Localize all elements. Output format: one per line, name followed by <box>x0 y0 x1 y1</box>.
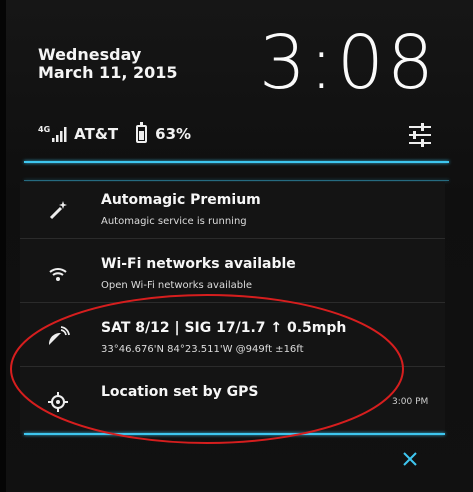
signal-strength-icon <box>52 127 67 142</box>
wifi-icon <box>49 268 67 281</box>
notification-subtitle: Automagic service is running <box>101 216 247 227</box>
battery-icon <box>136 122 148 143</box>
weekday-label: Wednesday <box>38 45 142 64</box>
notification-gps-status[interactable]: SAT 8/12 | SIG 17/1.7 ↑ 0.5mph 33°46.676… <box>20 310 445 367</box>
notification-list: Automagic Premium Automagic service is r… <box>20 182 445 434</box>
quick-settings-icon[interactable] <box>407 122 433 148</box>
close-icon[interactable] <box>402 451 418 467</box>
gps-target-icon <box>48 392 68 412</box>
date-block: Wednesday March 11, 2015 <box>38 46 178 82</box>
panel-bottom-line <box>24 433 445 435</box>
battery-percent: 63% <box>155 125 192 143</box>
notification-subtitle: Open Wi-Fi networks available <box>101 280 253 291</box>
notification-timestamp: 3:00 PM <box>392 397 429 407</box>
date-label: March 11, 2015 <box>38 63 178 82</box>
notification-title: Wi-Fi networks available <box>101 256 296 272</box>
android-lockscreen-notification-shade: Wednesday March 11, 2015 3:08 4G AT&T 63… <box>0 0 473 492</box>
notification-subtitle: 33°46.676'N 84°23.511'W @949ft ±16ft <box>101 344 304 355</box>
screen-edge <box>0 0 6 492</box>
clock-time: 3:08 <box>258 20 437 106</box>
carrier-name: AT&T <box>74 125 119 143</box>
notification-automagic[interactable]: Automagic Premium Automagic service is r… <box>20 182 445 239</box>
notification-location[interactable]: Location set by GPS <box>20 374 445 430</box>
header-divider <box>24 161 449 163</box>
wand-icon <box>49 201 67 220</box>
notification-title: Automagic Premium <box>101 192 261 208</box>
status-bar: 4G AT&T 63% <box>38 122 433 148</box>
network-type: 4G <box>38 125 51 134</box>
satellite-icon <box>48 326 70 345</box>
notification-wifi[interactable]: Wi-Fi networks available Open Wi-Fi netw… <box>20 246 445 303</box>
notification-title: Location set by GPS <box>101 384 259 400</box>
notification-title: SAT 8/12 | SIG 17/1.7 ↑ 0.5mph <box>101 320 347 336</box>
signal-indicator: 4G <box>38 125 68 142</box>
panel-top-line <box>24 180 449 181</box>
